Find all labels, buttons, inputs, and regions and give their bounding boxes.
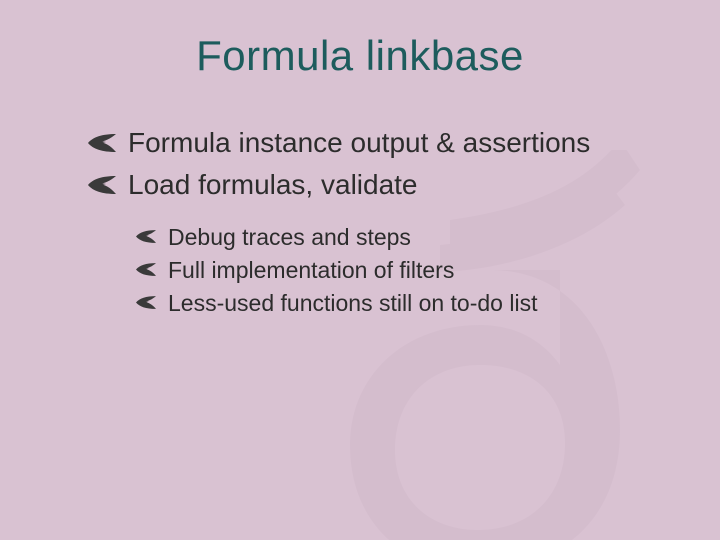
bullet-text: Formula instance output & assertions	[128, 124, 590, 162]
bullet-text: Load formulas, validate	[128, 166, 418, 204]
list-item: Debug traces and steps	[136, 222, 680, 253]
wing-bullet-icon	[88, 124, 116, 152]
level2-list: Debug traces and steps Full implementati…	[136, 222, 680, 319]
list-item: Load formulas, validate	[88, 166, 680, 204]
bullet-text: Less-used functions still on to-do list	[168, 288, 537, 319]
bullet-text: Full implementation of filters	[168, 255, 454, 286]
list-item: Less-used functions still on to-do list	[136, 288, 680, 319]
wing-bullet-icon	[136, 222, 156, 243]
wing-bullet-icon	[88, 166, 116, 194]
bullet-text: Debug traces and steps	[168, 222, 411, 253]
slide: Formula linkbase Formula instance output…	[0, 0, 720, 540]
wing-bullet-icon	[136, 288, 156, 309]
level1-list: Formula instance output & assertions Loa…	[88, 124, 680, 204]
slide-title: Formula linkbase	[40, 32, 680, 80]
list-item: Full implementation of filters	[136, 255, 680, 286]
wing-bullet-icon	[136, 255, 156, 276]
list-item: Formula instance output & assertions	[88, 124, 680, 162]
